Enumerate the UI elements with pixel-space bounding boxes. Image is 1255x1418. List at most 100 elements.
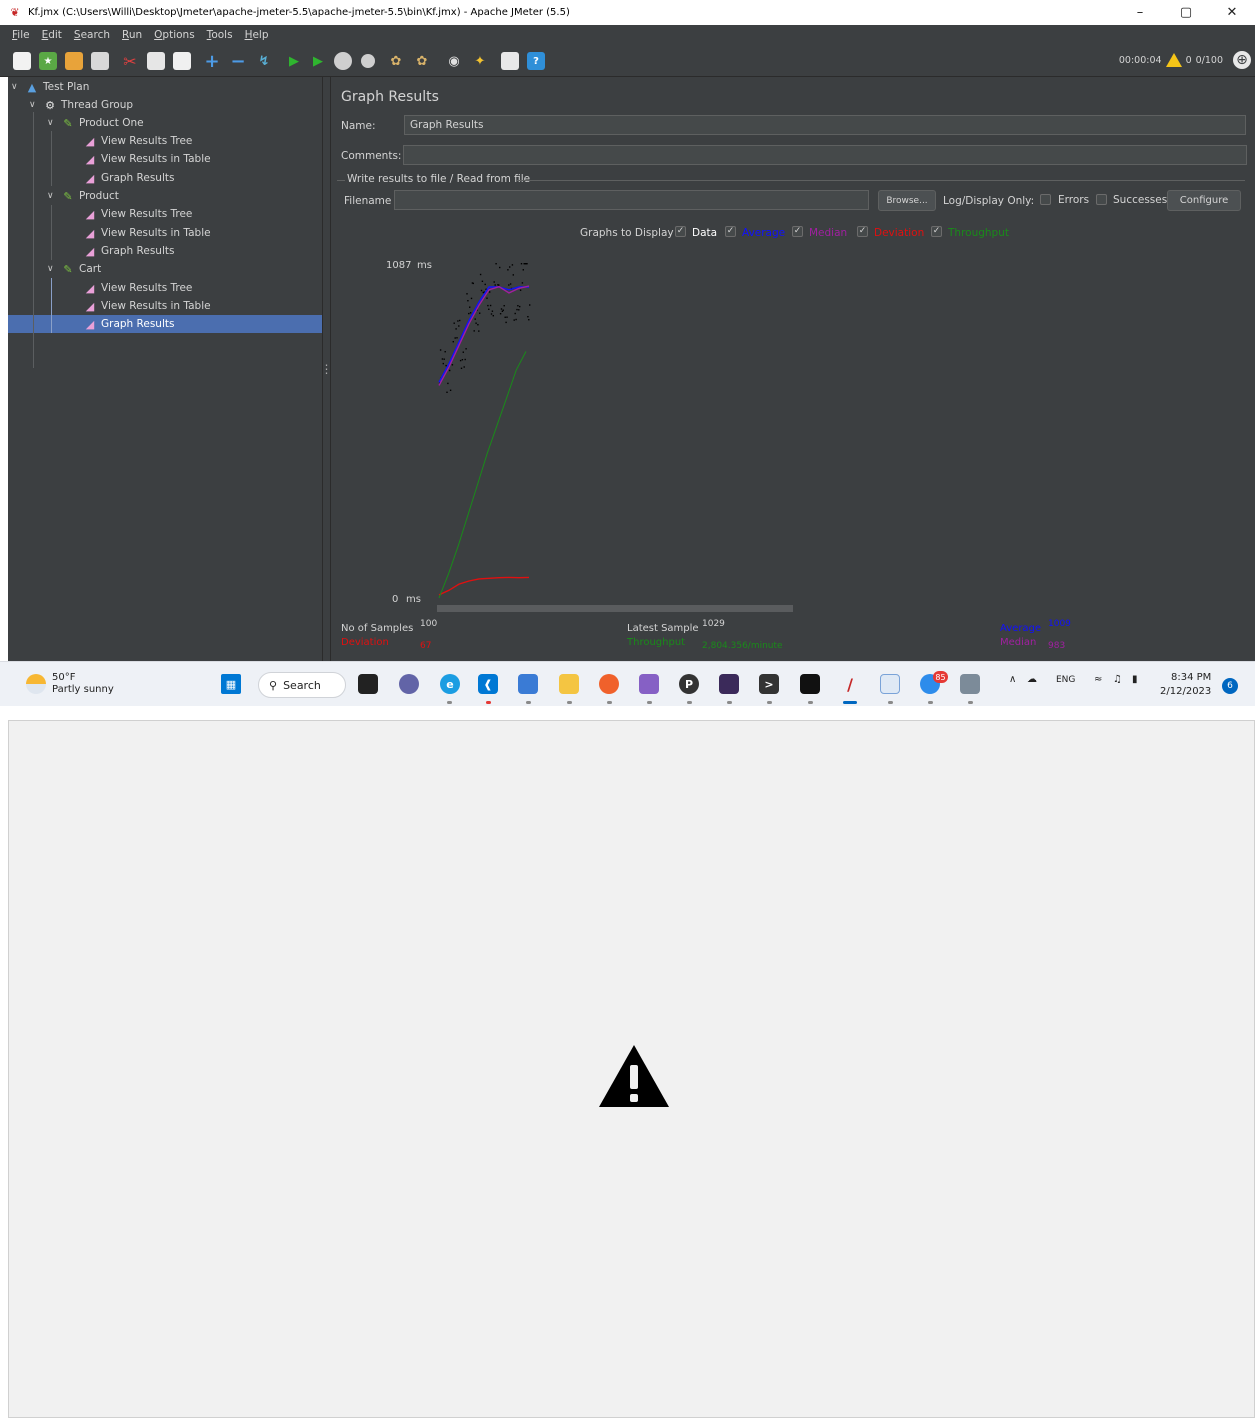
help-icon[interactable]: ? <box>527 52 545 70</box>
templates-icon[interactable]: ★ <box>39 52 57 70</box>
sample-point <box>509 283 512 285</box>
split-pane-divider[interactable]: ⋮ <box>321 77 333 661</box>
start-windows-icon[interactable]: ▦ <box>221 674 241 694</box>
sample-point <box>522 269 524 271</box>
maximize-button[interactable]: ▢ <box>1163 0 1209 25</box>
remote-globe-icon[interactable]: ⊕ <box>1233 51 1251 69</box>
jmeter-feather-icon[interactable]: / <box>840 674 860 694</box>
tree-node-view-results-in-table[interactable]: ◢ View Results in Table <box>83 224 211 242</box>
battery-icon[interactable]: ▮ <box>1132 674 1138 685</box>
average-label: Average <box>1000 623 1042 634</box>
sample-point <box>452 341 454 343</box>
powershell-icon[interactable]: > <box>759 674 779 694</box>
p-app-icon[interactable]: P <box>679 674 699 694</box>
sample-point <box>442 362 444 365</box>
chevron-down-icon[interactable]: ∨ <box>29 100 39 110</box>
terminal-app-icon[interactable] <box>719 674 739 694</box>
tree-node-product-one[interactable]: ∨ ✎ Product One <box>47 114 144 132</box>
cut-icon[interactable]: ✂ <box>121 52 139 71</box>
tree-node-thread-group[interactable]: ∨ ⚙ Thread Group <box>29 96 133 114</box>
broken-image-placeholder <box>8 720 1255 1418</box>
chevron-down-icon[interactable]: ∨ <box>47 264 57 274</box>
menu-help[interactable]: Help <box>245 29 269 41</box>
deviation-value: 67 <box>420 641 432 651</box>
sample-point <box>515 318 517 321</box>
tree-node-test-plan[interactable]: ∨ ▲ Test Plan <box>11 78 89 96</box>
menu-search[interactable]: Search <box>74 29 110 41</box>
task-view-icon[interactable] <box>358 674 378 694</box>
wifi-icon[interactable]: ≈ <box>1094 674 1102 685</box>
vm-app-icon[interactable] <box>960 674 980 694</box>
new-icon[interactable] <box>13 52 31 70</box>
toggle-icon[interactable]: ↯ <box>255 52 273 70</box>
tree-node-graph-results[interactable]: ◢ Graph Results <box>83 169 175 187</box>
tree-node-view-results-tree[interactable]: ◢ View Results Tree <box>83 279 193 297</box>
tree-guide <box>51 131 52 186</box>
windows-taskbar: 50°F Partly sunny ▦ ⚲ Search e ❰ P > / 8… <box>0 661 1255 706</box>
minimize-button[interactable]: – <box>1117 0 1163 25</box>
edge-icon[interactable]: e <box>440 674 460 694</box>
sampler-pen-icon: ✎ <box>63 116 73 130</box>
language-indicator[interactable]: ENG <box>1056 675 1075 685</box>
sample-point <box>494 284 496 286</box>
chevron-down-icon[interactable]: ∨ <box>47 191 57 201</box>
menu-file[interactable]: File <box>12 29 30 41</box>
stop-icon[interactable] <box>334 52 352 70</box>
reset-search-icon[interactable]: ✦ <box>471 52 489 70</box>
horizontal-scrollbar[interactable] <box>437 605 793 612</box>
warning-icon[interactable] <box>1165 53 1182 67</box>
sample-point <box>514 312 516 315</box>
tree-node-graph-results[interactable]: ◢ Graph Results <box>83 242 175 260</box>
tree-node-product[interactable]: ∨ ✎ Product <box>47 187 119 205</box>
chat-icon[interactable] <box>399 674 419 694</box>
tree-node-view-results-in-table[interactable]: ◢ View Results in Table <box>83 150 211 168</box>
tree-node-view-results-tree[interactable]: ◢ View Results Tree <box>83 205 193 223</box>
tree-node-label: View Results Tree <box>101 208 193 220</box>
menu-run[interactable]: Run <box>122 29 142 41</box>
function-helper-icon[interactable] <box>501 52 519 70</box>
sample-point <box>469 312 472 314</box>
console-icon[interactable] <box>800 674 820 694</box>
paste-icon[interactable] <box>173 52 191 70</box>
close-button[interactable]: ✕ <box>1209 0 1255 25</box>
tree-node-view-results-tree[interactable]: ◢ View Results Tree <box>83 132 193 150</box>
taskbar-search[interactable]: ⚲ Search <box>258 672 346 698</box>
throughput-value: 2,804.356/minute <box>702 641 783 651</box>
toolbar: ★ ✂ + − ↯ ▶ ▶ ✿ ✿ ◉ ✦ ? 00:00:04 0 0/100… <box>0 45 1255 77</box>
sample-point <box>444 351 446 353</box>
notification-count[interactable]: 6 <box>1222 678 1238 694</box>
monitor-app-icon[interactable] <box>880 674 900 694</box>
menu-options[interactable]: Options <box>154 29 195 41</box>
shutdown-icon[interactable] <box>361 54 375 68</box>
volume-icon[interactable]: ♫ <box>1113 674 1122 685</box>
menu-tools[interactable]: Tools <box>207 29 233 41</box>
open-icon[interactable] <box>65 52 83 70</box>
onedrive-cloud-icon[interactable]: ☁ <box>1027 674 1037 685</box>
collapse-all-icon[interactable]: − <box>229 51 247 72</box>
chevron-down-icon[interactable]: ∨ <box>11 82 21 92</box>
system-clock[interactable]: 8:34 PM 2/12/2023 <box>1160 671 1211 699</box>
network-app-icon[interactable] <box>518 674 538 694</box>
running-indicator <box>808 701 813 704</box>
clear-all-icon[interactable]: ✿ <box>413 52 431 70</box>
weather-widget[interactable]: 50°F Partly sunny <box>26 672 114 696</box>
clear-icon[interactable]: ✿ <box>387 52 405 70</box>
tree-node-view-results-in-table[interactable]: ◢ View Results in Table <box>83 297 211 315</box>
search-icon[interactable]: ◉ <box>445 52 463 70</box>
vscode-icon[interactable]: ❰ <box>478 674 498 694</box>
chevron-up-icon[interactable]: ∧ <box>1009 674 1016 685</box>
menu-edit[interactable]: Edit <box>42 29 62 41</box>
expand-all-icon[interactable]: + <box>203 51 221 72</box>
start-icon[interactable]: ▶ <box>285 52 303 70</box>
tree-node-graph-results-selected[interactable]: ◢ Graph Results <box>83 315 175 333</box>
postman-icon[interactable] <box>599 674 619 694</box>
save-icon[interactable] <box>91 52 109 70</box>
file-explorer-icon[interactable] <box>559 674 579 694</box>
visual-studio-icon[interactable] <box>639 674 659 694</box>
chevron-down-icon[interactable]: ∨ <box>47 118 57 128</box>
tree-node-cart[interactable]: ∨ ✎ Cart <box>47 260 101 278</box>
start-no-pauses-icon[interactable]: ▶ <box>309 52 327 70</box>
tree-node-label: Cart <box>79 263 102 275</box>
running-indicator <box>526 701 531 704</box>
copy-icon[interactable] <box>147 52 165 70</box>
